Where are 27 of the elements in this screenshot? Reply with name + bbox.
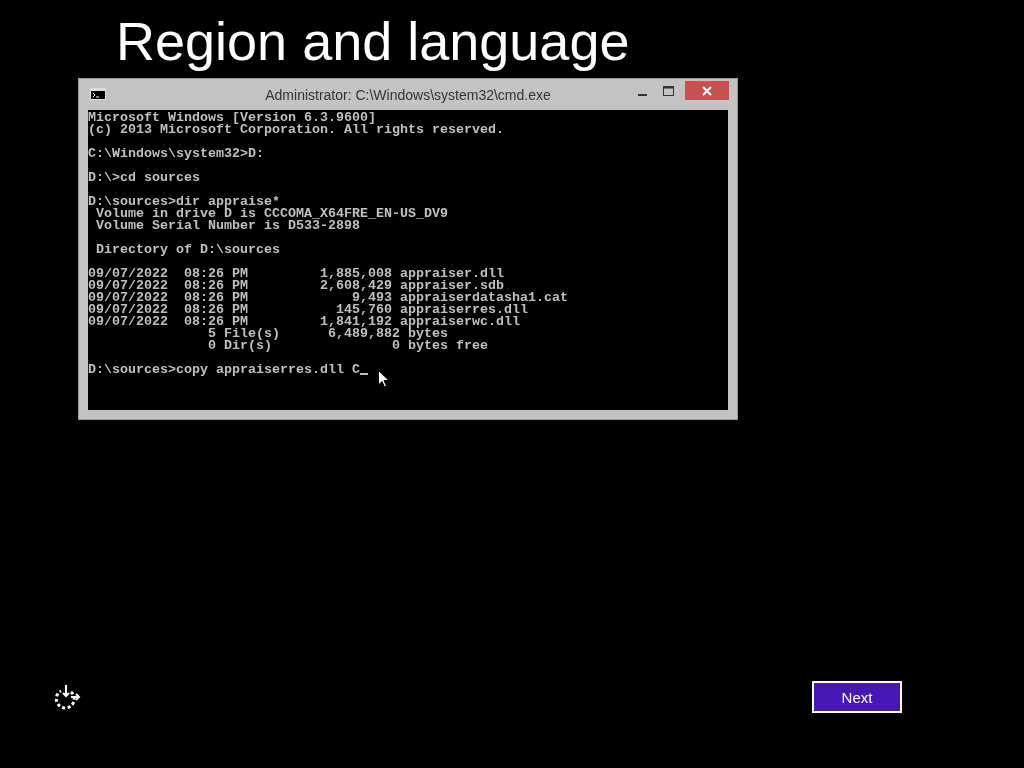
console-line: 09/07/2022 08:26 PM 145,760 appraiserres.dll <box>88 304 528 316</box>
page-title: Region and language <box>116 10 630 73</box>
console-line: Microsoft Windows [Version 6.3.9600] <box>88 112 377 124</box>
console-line: D:\sources>dir appraise* <box>88 196 280 208</box>
console-line: Volume in drive D is CCCOMA_X64FRE_EN-US_DV9 <box>95 208 449 220</box>
next-button[interactable]: Next <box>812 681 902 713</box>
console-line: Volume Serial Number is D533-2898 <box>95 220 360 232</box>
console-line: 09/07/2022 08:26 PM 1,885,008 appraiser.dll <box>88 268 505 280</box>
console-line: 09/07/2022 08:26 PM 2,608,429 appraiser.sdb <box>88 280 504 292</box>
console-line: 09/07/2022 08:26 PM 1,841,192 appraiserwc.dll <box>88 316 520 328</box>
minimize-icon <box>637 94 647 96</box>
mouse-pointer-icon <box>378 370 390 388</box>
console-line: 5 File(s) 6,489,882 bytes <box>206 328 448 340</box>
close-button[interactable] <box>685 81 729 100</box>
console-line: Directory of D:\sources <box>95 244 281 256</box>
dotted-circle-arrow-icon <box>53 684 81 710</box>
console-app-icon <box>90 88 106 100</box>
text-cursor <box>359 373 368 375</box>
console-line: 09/07/2022 08:26 PM 9,493 appraiserdatasha1.cat <box>88 292 569 304</box>
console-line: 0 Dir(s) 0 bytes free <box>206 340 489 352</box>
console-line: (c) 2013 Microsoft Corporation. All rights reserved. <box>88 124 505 136</box>
maximize-icon <box>662 86 674 96</box>
close-icon <box>702 85 712 96</box>
console-line: D:\>cd sources <box>88 172 201 184</box>
window-title: Administrator: C:\Windows\system32\cmd.exe <box>265 86 551 103</box>
console-line: C:\Windows\system32>D: <box>88 148 265 160</box>
command-prompt[interactable]: D:\sources>copy appraiserres.dll C <box>88 364 360 376</box>
